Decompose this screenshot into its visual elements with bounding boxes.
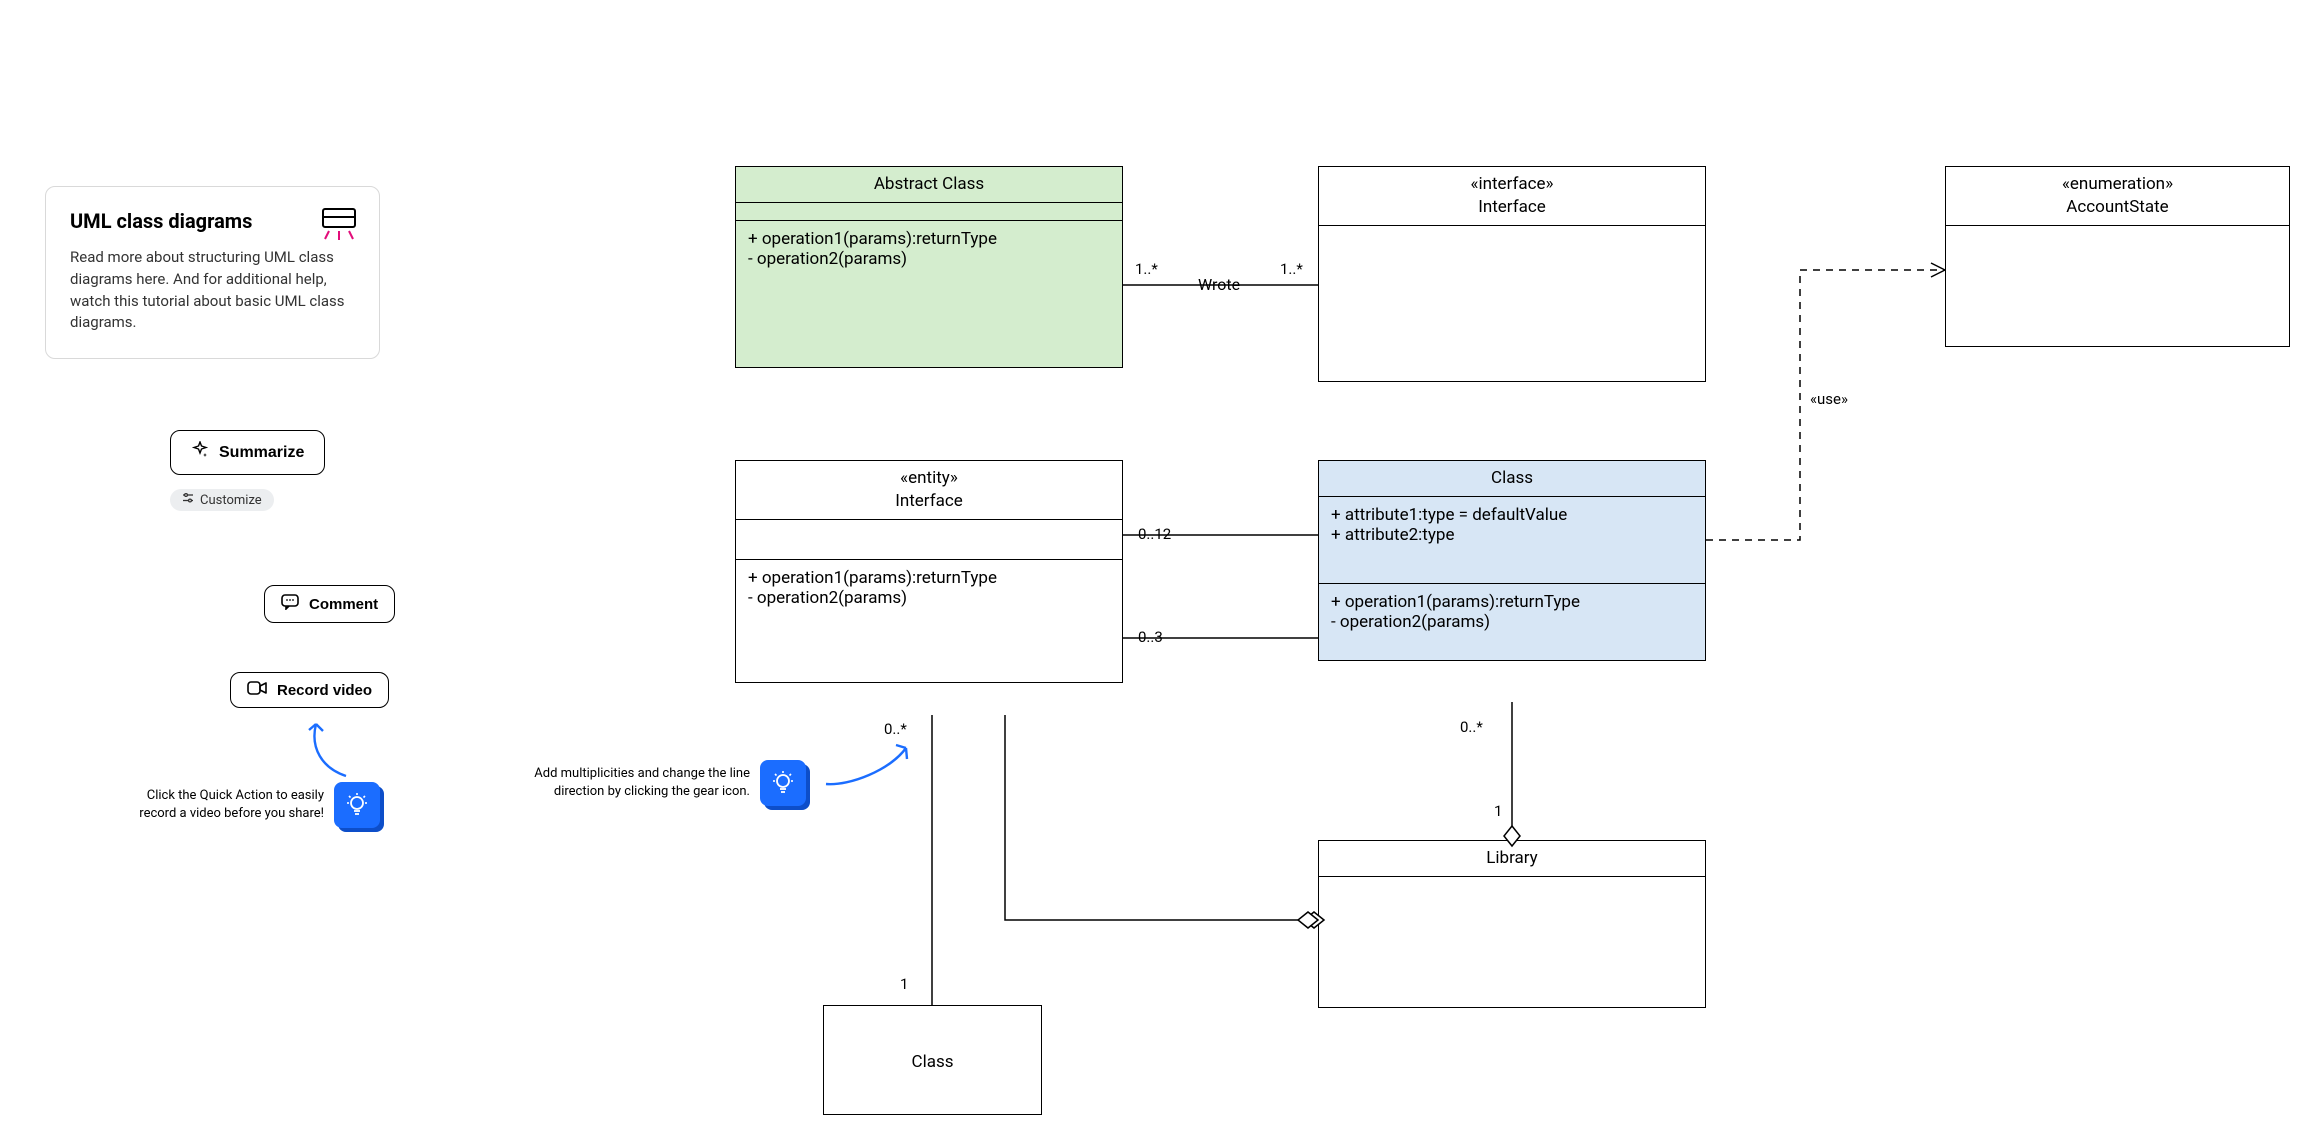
uml-stereotype: «entity» [740,467,1118,490]
info-card-body: Read more about structuring UML class di… [70,247,355,334]
uml-library-title: Library [1319,841,1705,877]
gear-tip-text: Add multiplicities and change the line d… [510,765,750,800]
diagram-header-icon [321,207,357,245]
uml-library[interactable]: Library [1318,840,1706,1008]
sliders-icon [182,492,194,508]
multiplicity-label: 0..3 [1138,628,1163,646]
uml-operation: - operation2(params) [1331,612,1693,632]
record-tip-text: Click the Quick Action to easily record … [114,787,324,822]
uml-interface-name: Interface [1478,197,1546,217]
multiplicity-label: 0..* [1460,718,1483,736]
uml-attribute: + attribute1:type = defaultValue [1331,505,1693,525]
multiplicity-label: 1..* [1280,260,1303,278]
uml-entity-interface[interactable]: «entity» Interface + operation1(params):… [735,460,1123,683]
lightbulb-icon [334,782,380,828]
customize-chip[interactable]: Customize [170,489,274,511]
customize-label: Customize [200,493,262,508]
multiplicity-label: 1 [900,975,908,993]
summarize-label: Summarize [219,444,304,462]
uml-attribute: + attribute2:type [1331,525,1693,545]
summarize-action-area: Summarize Customize [156,430,406,511]
record-button[interactable]: Record video [230,672,389,708]
info-card: UML class diagrams Read more about struc… [45,186,380,359]
comment-label: Comment [309,596,378,613]
uml-operation: + operation1(params):returnType [748,229,1110,249]
uml-interface-top[interactable]: «interface» Interface [1318,166,1706,382]
hint-arrow-icon [302,718,362,788]
uml-operation: - operation2(params) [748,249,1110,269]
hint-arrow-icon [820,740,920,800]
uml-class-bottom[interactable]: Class [823,1005,1042,1115]
uml-operation: - operation2(params) [748,588,1110,608]
multiplicity-label: 0..* [884,720,907,738]
video-icon [247,681,267,699]
record-tip-block: Click the Quick Action to easily record … [114,782,380,828]
uml-enumeration[interactable]: «enumeration» AccountState [1945,166,2290,347]
dependency-label: «use» [1810,390,1848,408]
multiplicity-label: 1 [1494,802,1502,820]
comment-button[interactable]: Comment [264,585,395,623]
gear-tip-block: Add multiplicities and change the line d… [510,760,806,806]
association-name: Wrote [1198,275,1240,294]
uml-entity-name: Interface [895,491,963,511]
summarize-button[interactable]: Summarize [170,430,325,475]
info-card-title: UML class diagrams [70,209,355,233]
uml-operation: + operation1(params):returnType [748,568,1110,588]
multiplicity-label: 1..* [1135,260,1158,278]
uml-stereotype: «interface» [1323,173,1701,196]
uml-operation: + operation1(params):returnType [1331,592,1693,612]
uml-class-bottom-title: Class [824,1006,1041,1118]
comment-icon [281,594,299,614]
lightbulb-icon [760,760,806,806]
uml-abstract-class-title: Abstract Class [736,167,1122,203]
record-label: Record video [277,682,372,699]
uml-class-title: Class [1319,461,1705,497]
uml-stereotype: «enumeration» [1950,173,2285,196]
uml-abstract-class[interactable]: Abstract Class + operation1(params):retu… [735,166,1123,368]
uml-enumeration-name: AccountState [2066,197,2168,217]
sparkle-icon [191,441,209,464]
uml-class-main[interactable]: Class + attribute1:type = defaultValue +… [1318,460,1706,661]
multiplicity-label: 0..12 [1138,525,1171,543]
